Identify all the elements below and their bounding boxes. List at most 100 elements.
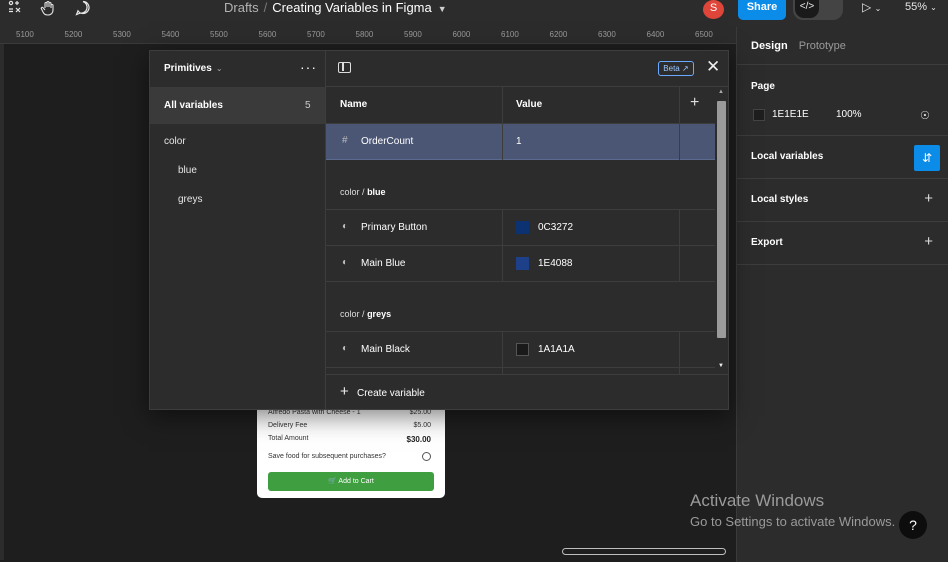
group-prefix: color [340,187,360,197]
add-to-cart-label: Add to Cart [338,478,374,485]
total-row: Total Amount $30.00 [268,435,431,444]
chevron-down-icon: ⌄ [215,64,223,73]
group-greys[interactable]: greys [178,194,202,205]
scroll-up-icon[interactable]: ▲ [718,89,724,95]
ruler-label: 6100 [501,30,519,39]
page-color-swatch[interactable] [753,109,765,121]
variable-value[interactable]: 1 [516,136,522,147]
open-variables-button[interactable]: ⇵ [914,145,940,171]
color-type-icon: ◐ [342,343,349,354]
column-divider [679,210,680,282]
beta-badge[interactable]: Beta ↗ [658,61,694,76]
ruler-label: 5800 [355,30,374,39]
play-icon: ▷ [862,0,872,14]
ruler-label: 6400 [646,30,665,39]
column-divider [502,87,503,160]
present-button[interactable]: ▷ ⌄ [862,0,881,16]
hand-tool-icon[interactable] [40,0,56,16]
group-separator: / [362,309,365,319]
collection-dropdown[interactable]: Primitives ⌄ [164,63,223,74]
toggle-icon [422,452,431,461]
ruler-label: 6300 [598,30,616,39]
add-style-icon[interactable]: + [924,191,933,206]
variable-hex[interactable]: 0C3272 [538,222,573,233]
tab-prototype[interactable]: Prototype [799,40,846,52]
breadcrumb-drafts[interactable]: Drafts [224,0,259,15]
local-variables-title: Local variables [751,151,824,162]
column-value: Value [516,99,543,110]
page-color-hex[interactable]: 1E1E1E [772,109,809,120]
main-menu-icon[interactable] [8,0,22,16]
more-options-icon[interactable]: ··· [300,59,317,75]
all-variables-count: 5 [305,100,311,111]
create-variable-button[interactable]: + Create variable [326,374,728,409]
variable-name[interactable]: Primary Button [361,222,427,233]
tab-design[interactable]: Design [751,40,788,52]
horizontal-ruler: 5100 5200 5300 5400 5500 5600 5700 5800 5900 6000… [0,27,736,44]
chevron-down-icon[interactable]: ▼ [438,4,447,14]
external-link-icon: ↗ [682,64,689,73]
variable-name[interactable]: Main Blue [361,258,405,269]
table-row[interactable]: ◐ Main Blue 1E4088 [326,246,715,282]
chevron-down-icon: ⌄ [930,3,937,12]
horizontal-scrollbar[interactable] [562,548,726,555]
color-swatch[interactable] [516,343,529,356]
vertical-scrollbar-thumb[interactable] [717,101,726,338]
variable-hex[interactable]: 1E4088 [538,258,572,269]
dev-mode-toggle[interactable]: </> [793,0,843,20]
close-icon[interactable]: ✕ [706,58,720,76]
variable-name[interactable]: Main Black [361,344,410,355]
column-divider [502,332,503,374]
all-variables-item[interactable]: All variables 5 [150,87,325,124]
table-header: Name Value + [326,87,715,124]
cart-icon: 🛒 [328,478,337,485]
group-blue[interactable]: blue [178,165,197,176]
variable-hex[interactable]: 1A1A1A [538,344,575,355]
ruler-label: 5400 [161,30,180,39]
export-section: Export + [737,221,948,265]
variables-table-area: Beta ↗ ✕ Name Value + # OrderCount 1 col… [326,51,728,409]
page-section-title: Page [751,81,775,92]
group-name: blue [367,187,386,197]
group-color[interactable]: color [164,136,186,147]
variable-name[interactable]: OrderCount [361,136,413,147]
breadcrumb-separator: / [263,0,268,15]
page-section: Page [737,64,948,135]
group-separator: / [362,187,365,197]
file-name[interactable]: Creating Variables in Figma [272,0,431,15]
toggle-sidebar-icon[interactable] [338,62,351,73]
ruler-label: 6500 [695,30,713,39]
table-row[interactable]: # OrderCount 1 [326,124,715,160]
eye-icon[interactable]: ☉ [920,109,930,122]
zoom-level: 55% [905,1,928,13]
ruler-label: 5900 [404,30,422,39]
create-variable-label: Create variable [357,388,425,399]
add-to-cart-button: 🛒 Add to Cart [268,472,434,491]
avatar[interactable]: S [703,0,724,19]
sliders-icon: ⇵ [921,151,933,165]
table-row[interactable]: ◐ Primary Button 0C3272 [326,210,715,246]
page-opacity[interactable]: 100% [836,109,862,120]
ruler-label: 5700 [307,30,325,39]
local-styles-section: Local styles + [737,178,948,221]
activate-windows-title: Activate Windows [690,491,825,510]
total-price: $30.00 [406,435,431,444]
save-row: Save food for subsequent purchases? [268,452,431,461]
comment-icon[interactable] [75,0,91,16]
order-summary-frame[interactable]: Alfredo Pasta with Cheese - 1 $25.00 Del… [257,404,445,498]
help-button[interactable]: ? [899,511,927,539]
zoom-menu[interactable]: 55% ⌄ [905,0,937,15]
scroll-down-icon[interactable]: ▼ [718,363,724,369]
item-label: Alfredo Pasta with Cheese - 1 [268,409,361,416]
color-swatch[interactable] [516,257,529,270]
table-row[interactable]: ◐ Main Black 1A1A1A [326,332,715,368]
share-button[interactable]: Share [738,0,786,20]
add-mode-icon[interactable]: + [690,94,699,112]
add-export-icon[interactable]: + [924,234,933,249]
modal-header: Beta ↗ ✕ [326,51,728,87]
right-panel: Design Prototype Page 1E1E1E 100% ☉ Loca… [736,27,948,562]
chevron-down-icon: ⌄ [874,4,882,13]
collections-sidebar: Primitives ⌄ ··· All variables 5 color bl… [150,51,326,409]
ruler-label: 5100 [16,30,34,39]
color-swatch[interactable] [516,221,529,234]
